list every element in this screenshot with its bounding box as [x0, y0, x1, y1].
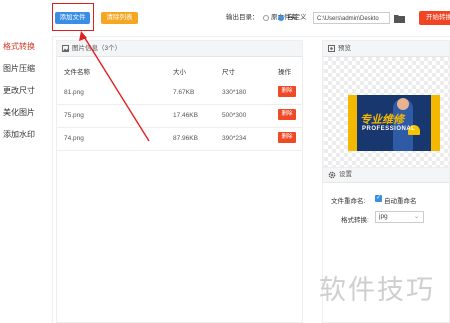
banner-title: 专业维修	[360, 114, 404, 126]
file-size: 87.96KB	[173, 135, 198, 142]
table-row[interactable]: 74.png 87.96KB 390*234 删除	[57, 127, 302, 151]
file-dims: 390*234	[222, 135, 247, 142]
column-header-size: 大小	[173, 69, 186, 76]
output-dir-label: 输出目录：	[226, 14, 259, 21]
table-row[interactable]: 81.png 7.67KB 330*180 删除	[57, 81, 302, 105]
radio-custom[interactable]	[278, 15, 284, 21]
radio-source-folder[interactable]	[263, 15, 269, 21]
column-header-name: 文件名称	[64, 69, 90, 76]
watermark-text: 软件技巧	[319, 275, 435, 306]
auto-rename-checkbox[interactable]: ✓	[375, 195, 382, 202]
gear-icon	[328, 171, 336, 179]
sidebar-item-beautify[interactable]: 美化图片	[0, 106, 52, 120]
highlight-box	[52, 3, 94, 31]
chevron-down-icon: ⌄	[413, 214, 419, 220]
file-size: 17.46KB	[173, 112, 198, 119]
sidebar-item-watermark[interactable]: 添加水印	[0, 128, 52, 142]
image-list-panel: 图片信息（3个） 文件名称 大小 尺寸 操作 81.png 7.67KB 330…	[56, 40, 303, 323]
preview-panel: 预览 专业维修 PROFESSIONAL	[322, 40, 450, 167]
column-header-dims: 尺寸	[222, 69, 235, 76]
delete-button[interactable]: 删除	[278, 86, 296, 97]
folder-icon[interactable]	[394, 14, 405, 23]
file-size: 7.67KB	[173, 89, 195, 96]
auto-rename-label: 自动重命名	[384, 198, 417, 205]
format-select-value: jpg	[379, 213, 388, 220]
file-name: 74.png	[64, 135, 84, 142]
settings-title: 设置	[339, 171, 352, 178]
column-header-action: 操作	[278, 69, 291, 76]
sidebar-item-compress[interactable]: 图片压缩	[0, 62, 52, 76]
banner-subtitle: PROFESSIONAL	[362, 126, 416, 132]
delete-button[interactable]: 删除	[278, 132, 296, 143]
settings-header: 设置	[323, 168, 449, 183]
rename-label: 文件重命名:	[331, 198, 366, 205]
table-row[interactable]: 75.png 17.46KB 500*300 删除	[57, 104, 302, 128]
preview-header: 预览	[323, 41, 449, 57]
file-name: 81.png	[64, 89, 84, 96]
sidebar: 格式转换 图片压缩 更改尺寸 美化图片 添加水印	[0, 0, 53, 323]
format-select[interactable]: jpg ⌄	[375, 211, 424, 223]
preview-canvas: 专业维修 PROFESSIONAL	[324, 57, 449, 167]
clear-list-button[interactable]: 清除列表	[101, 12, 138, 24]
delete-button[interactable]: 删除	[278, 109, 296, 120]
format-label: 格式转换:	[341, 217, 369, 224]
image-icon	[62, 45, 69, 52]
preview-image: 专业维修 PROFESSIONAL	[348, 95, 440, 151]
list-header: 图片信息（3个）	[57, 41, 302, 57]
file-name: 75.png	[64, 112, 84, 119]
radio-custom-label: 自定义	[287, 14, 307, 21]
file-dims: 330*180	[222, 89, 247, 96]
sidebar-item-format-convert[interactable]: 格式转换	[0, 40, 52, 54]
sidebar-item-resize[interactable]: 更改尺寸	[0, 84, 52, 98]
start-convert-button[interactable]: 开始转换	[419, 11, 450, 25]
output-path-field[interactable]: C:\Users\admin\Deskto	[313, 12, 390, 24]
list-title: 图片信息（3个）	[72, 45, 122, 52]
preview-title: 预览	[338, 45, 351, 52]
file-dims: 500*300	[222, 112, 247, 119]
preview-icon	[328, 45, 335, 52]
